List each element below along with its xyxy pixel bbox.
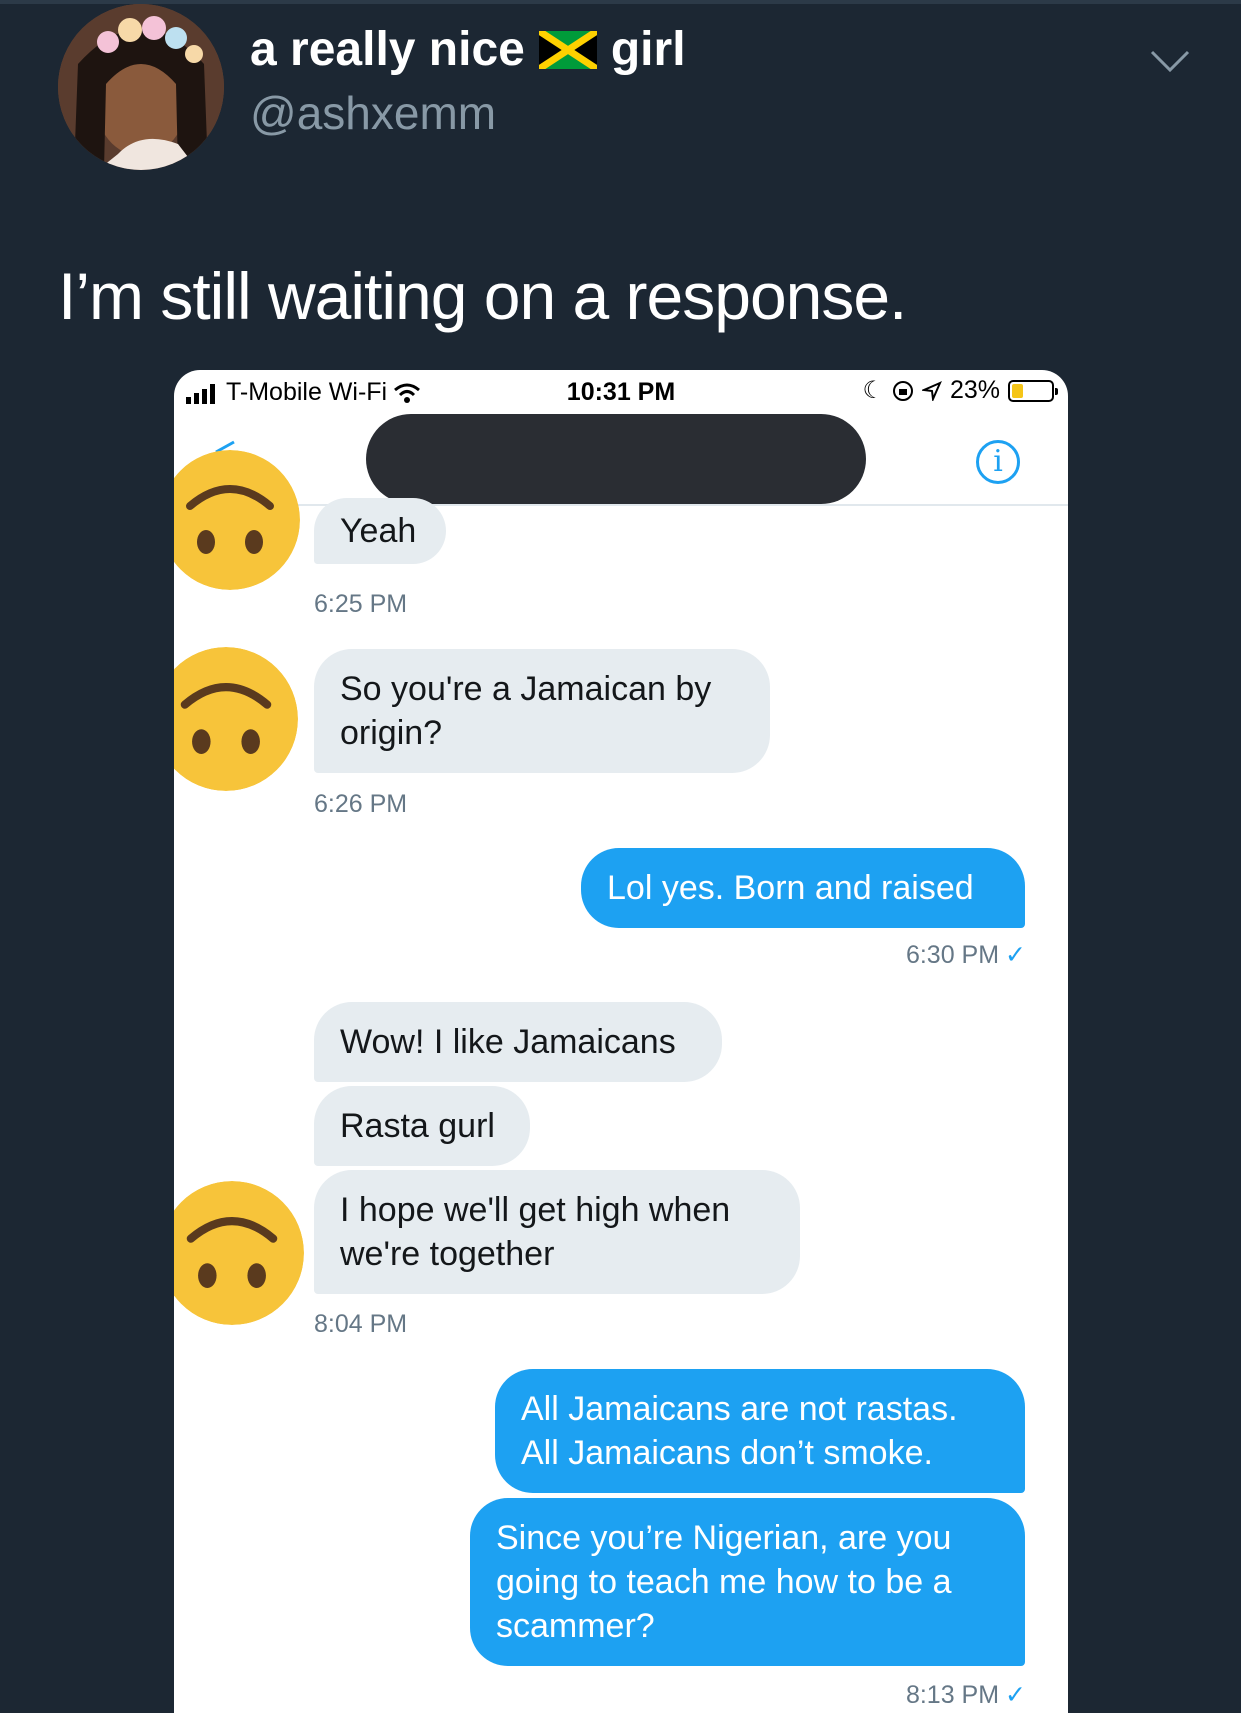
message-timestamp: 6:25 PM xyxy=(314,590,408,618)
display-name[interactable]: a really nice girl xyxy=(250,22,686,77)
jamaica-flag-icon xyxy=(538,30,597,69)
timestamp-text: 8:13 PM xyxy=(905,1681,1000,1709)
chevron-down-icon[interactable] xyxy=(1148,48,1192,76)
message-bubble-sent[interactable]: Since you’re Nigerian, are you going to … xyxy=(470,1498,1025,1666)
display-name-left: a really nice xyxy=(250,23,525,76)
message-bubble-received[interactable]: Rasta gurl xyxy=(314,1086,530,1166)
tweet-text: I’m still waiting on a response. xyxy=(58,259,907,333)
top-divider xyxy=(0,0,1241,4)
message-bubble-received[interactable]: Wow! I like Jamaicans xyxy=(314,1002,722,1082)
user-handle[interactable]: @ashxemm xyxy=(250,86,496,140)
attached-screenshot[interactable]: T-Mobile Wi-Fi 10:31 PM ☾ 23% i Yeah 6:2… xyxy=(174,370,1068,1713)
battery-percent: 23% xyxy=(949,376,1000,404)
rotation-lock-icon xyxy=(892,380,913,401)
message-timestamp: 8:04 PM xyxy=(314,1310,408,1338)
message-timestamp: 8:13 PM ✓ xyxy=(906,1680,1026,1710)
timestamp-text: 6:30 PM xyxy=(905,941,1000,969)
message-timestamp: 6:30 PM ✓ xyxy=(906,940,1026,970)
conversation-header: i xyxy=(174,410,1068,506)
status-right: ☾ 23% xyxy=(862,376,1058,405)
message-bubble-received[interactable]: I hope we'll get high when we're togethe… xyxy=(314,1170,800,1294)
message-bubble-received[interactable]: So you're a Jamaican by origin? xyxy=(314,649,770,773)
redacted-contact-name xyxy=(366,414,866,504)
message-bubble-received[interactable]: Yeah xyxy=(314,498,446,564)
read-check-icon: ✓ xyxy=(1005,1681,1026,1709)
display-name-right: girl xyxy=(610,23,686,76)
upside-down-face-icon xyxy=(174,1181,304,1325)
location-icon xyxy=(921,380,942,401)
battery-icon xyxy=(1008,379,1058,402)
upside-down-face-icon xyxy=(174,647,298,791)
avatar[interactable] xyxy=(58,4,224,170)
status-bar: T-Mobile Wi-Fi 10:31 PM ☾ 23% xyxy=(174,370,1068,410)
message-bubble-sent[interactable]: All Jamaicans are not rastas. All Jamaic… xyxy=(495,1369,1025,1493)
message-bubble-sent[interactable]: Lol yes. Born and raised xyxy=(581,848,1025,928)
message-timestamp: 6:26 PM xyxy=(314,790,408,818)
moon-icon: ☾ xyxy=(862,377,884,404)
info-icon[interactable]: i xyxy=(976,440,1020,484)
read-check-icon: ✓ xyxy=(1005,941,1026,969)
